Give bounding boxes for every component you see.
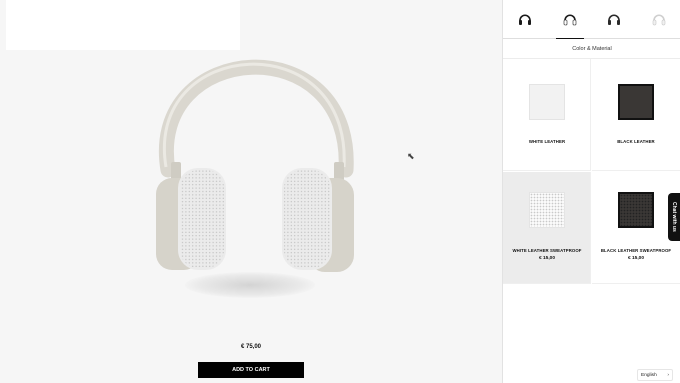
material-option-label: WHITE LEATHER xyxy=(528,139,566,144)
headphones-white-icon xyxy=(652,14,665,26)
variant-thumbnails xyxy=(503,0,680,39)
configurator-panel: Color & Material WHITE LEATHER BLACK LEA… xyxy=(502,0,680,383)
material-option-price: € 15,00 xyxy=(627,256,644,261)
variant-thumb-3[interactable] xyxy=(592,0,637,38)
black-leather-swatch xyxy=(618,84,654,120)
white-leather-swatch xyxy=(529,84,565,120)
black-sweatproof-swatch xyxy=(618,192,654,228)
chevron-right-icon: › xyxy=(667,372,669,378)
headphones-black-icon xyxy=(519,14,532,25)
material-option-black-leather[interactable]: BLACK LEATHER xyxy=(592,59,680,171)
add-to-cart-button[interactable]: ADD TO CART xyxy=(198,362,304,378)
mouse-cursor-icon: ⬉ xyxy=(407,151,415,161)
chat-with-us-button[interactable]: Chat with us xyxy=(668,193,680,241)
language-label: English xyxy=(641,372,657,378)
headphones-black-white-icon xyxy=(563,14,577,26)
material-option-white-leather[interactable]: WHITE LEATHER xyxy=(503,59,591,171)
material-option-label: WHITE LEATHER SWEATPROOF xyxy=(512,248,582,253)
material-option-white-leather-sweatproof[interactable]: WHITE LEATHER SWEATPROOF € 15,00 xyxy=(503,172,591,284)
material-option-black-leather-sweatproof[interactable]: BLACK LEATHER SWEATPROOF € 15,00 xyxy=(592,172,680,284)
material-option-price: € 15,00 xyxy=(538,256,555,261)
color-material-title: Color & Material xyxy=(503,40,680,59)
headphones-dark-icon xyxy=(608,14,621,25)
variant-thumb-1[interactable] xyxy=(503,0,548,38)
product-price: € 75,00 xyxy=(240,344,262,350)
variant-thumb-2[interactable] xyxy=(548,0,593,39)
headphones-image xyxy=(156,59,354,272)
material-option-label: BLACK LEATHER xyxy=(617,139,655,144)
language-selector[interactable]: English › xyxy=(637,369,673,381)
chat-label: Chat with us xyxy=(671,202,677,232)
white-sweatproof-swatch xyxy=(529,192,565,228)
product-3d-viewer[interactable]: ⬉ € 75,00 ADD TO CART xyxy=(0,0,502,383)
material-option-label: BLACK LEATHER SWEATPROOF xyxy=(600,248,672,253)
variant-thumb-4[interactable] xyxy=(637,0,680,38)
